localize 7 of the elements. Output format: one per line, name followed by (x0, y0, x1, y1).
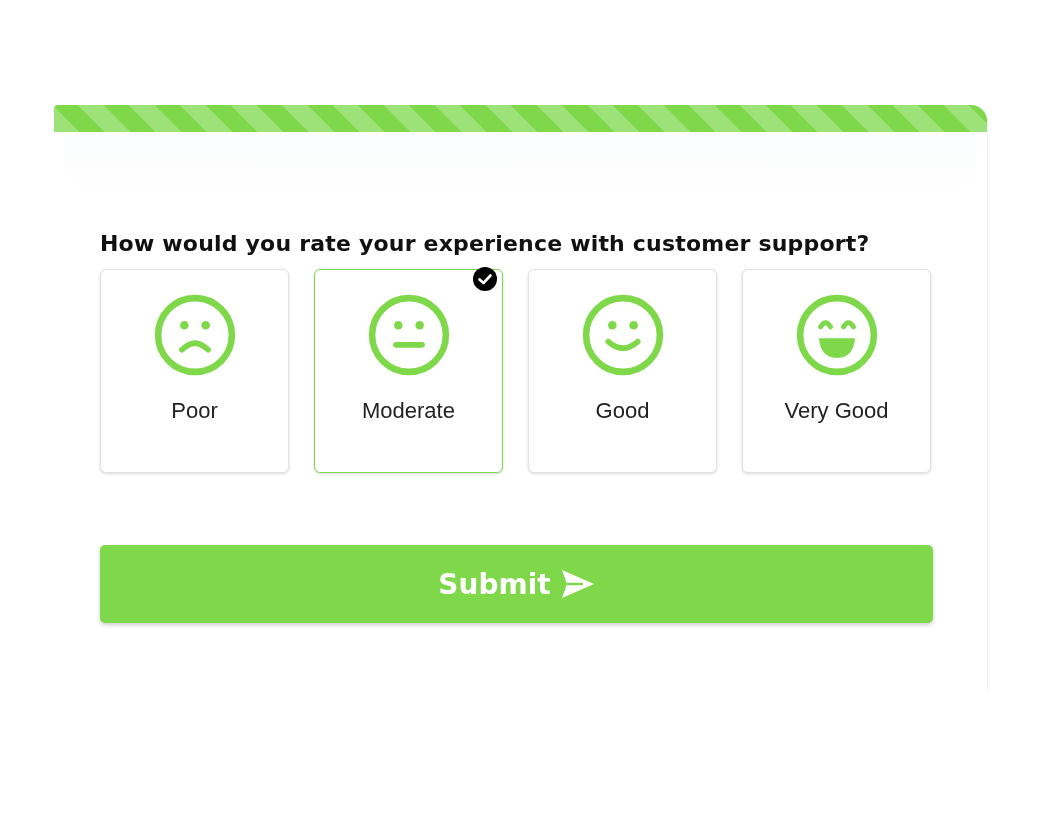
rating-option[interactable]: Good (528, 269, 717, 473)
rating-option[interactable]: Moderate (314, 269, 503, 473)
check-icon (473, 267, 497, 291)
question-text: How would you rate your experience with customer support? (100, 231, 871, 256)
send-icon (560, 569, 595, 599)
rating-option[interactable]: Very Good (742, 269, 931, 473)
rating-option[interactable]: Poor (100, 269, 289, 473)
